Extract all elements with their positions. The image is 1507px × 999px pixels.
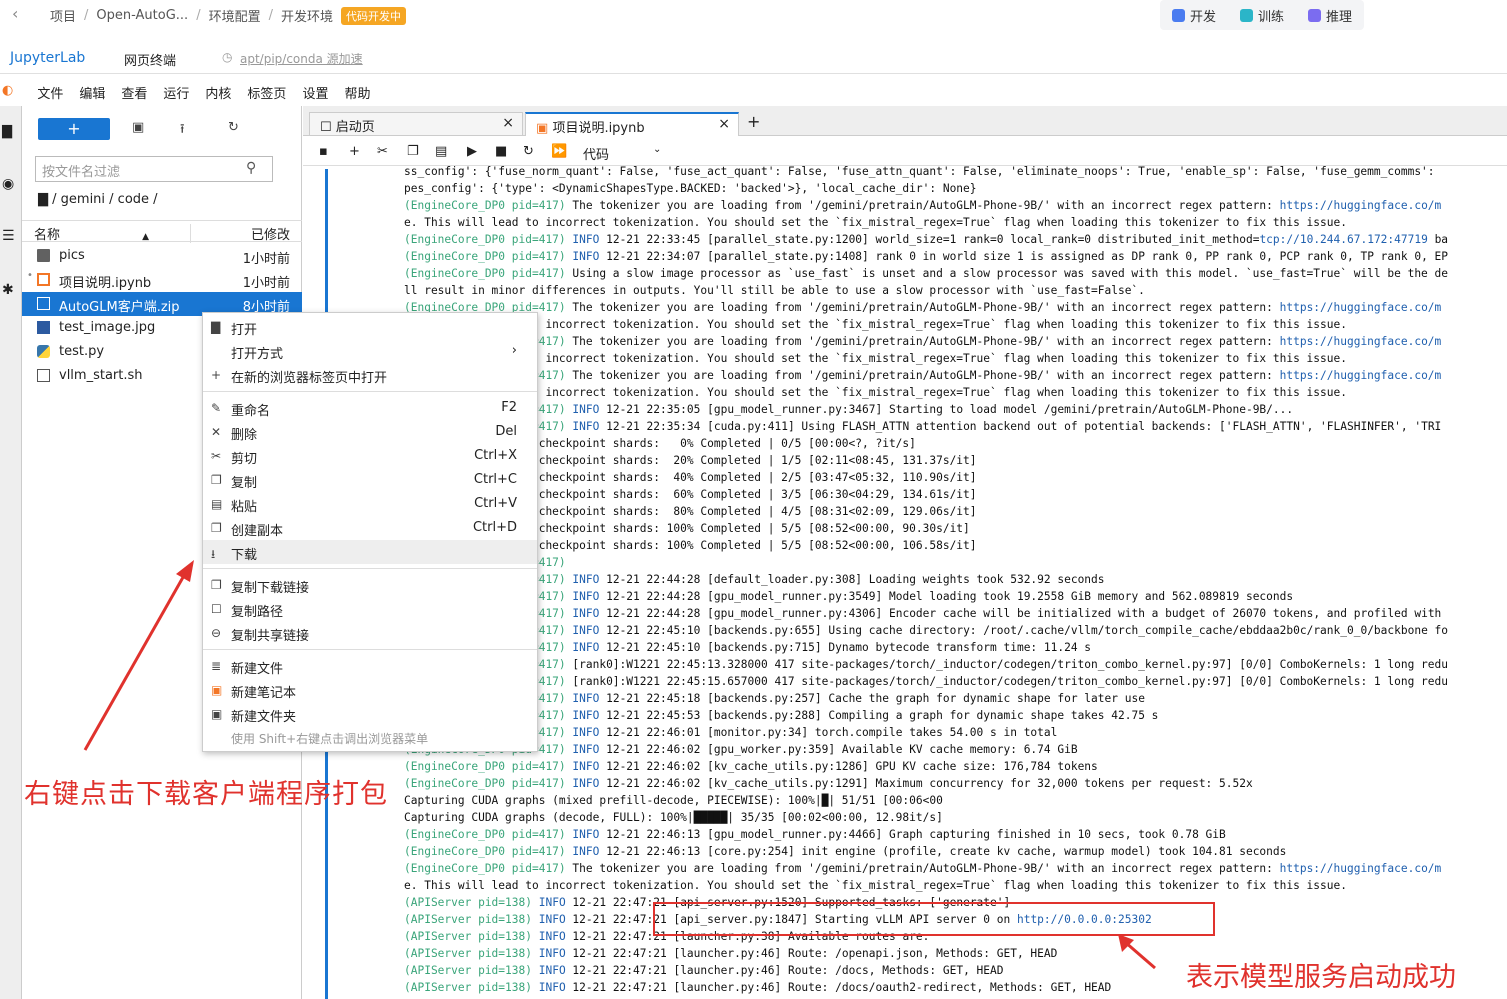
highlight-box	[653, 902, 1215, 936]
annotation-arrows	[83, 560, 1156, 970]
arrow-left	[83, 571, 188, 751]
annotation-success: 表示模型服务启动成功	[1186, 962, 1456, 993]
arrow-right	[1124, 940, 1156, 970]
annotation-download: 右键点击下载客户端程序打包	[24, 779, 388, 810]
arrow-left-head	[176, 560, 194, 582]
